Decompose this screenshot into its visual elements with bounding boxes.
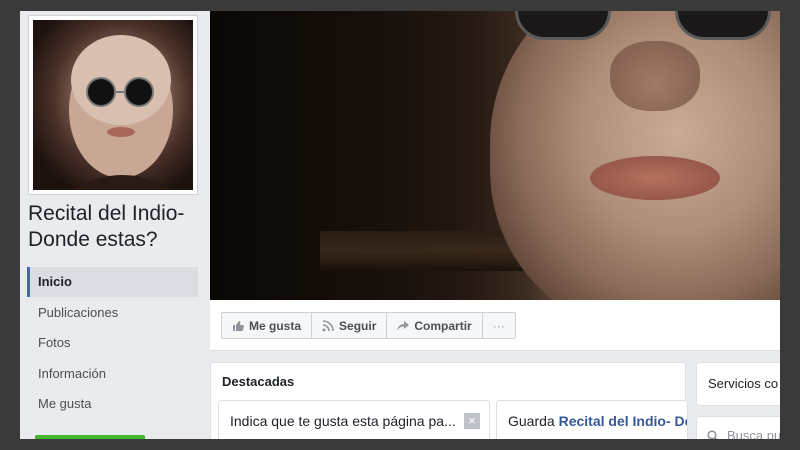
page-action-buttons: Me gusta Seguir Compartir ···: [221, 312, 516, 339]
search-box: [696, 416, 780, 439]
share-label: Compartir: [414, 318, 472, 333]
action-bar: Me gusta Seguir Compartir ···: [210, 300, 780, 351]
more-button[interactable]: ···: [483, 313, 515, 338]
close-icon[interactable]: ×: [464, 413, 480, 429]
thumbs-up-icon: [233, 320, 244, 331]
search-input[interactable]: [725, 427, 780, 439]
featured-title: Destacadas: [222, 374, 295, 389]
like-page-card[interactable]: Indica que te gusta esta página pa... ×: [218, 400, 490, 439]
background-shelf: [320, 231, 530, 271]
like-label: Me gusta: [249, 318, 302, 333]
create-button[interactable]: [35, 435, 145, 439]
nav-item-inicio[interactable]: Inicio: [27, 267, 198, 297]
services-box[interactable]: Servicios co: [696, 362, 780, 406]
nav-item-informacion[interactable]: Información: [27, 359, 198, 389]
profile-picture[interactable]: [28, 15, 198, 195]
nav-item-me-gusta[interactable]: Me gusta: [27, 389, 198, 419]
save-page-card[interactable]: Guarda Recital del Indio- Do: [496, 400, 688, 439]
cover-nose: [610, 41, 700, 111]
nav-item-fotos[interactable]: Fotos: [27, 328, 198, 358]
sunglasses-left-lens: [515, 11, 611, 40]
save-prefix: Guarda: [508, 413, 559, 429]
services-label: Servicios co: [708, 376, 779, 391]
save-page-name-link[interactable]: Recital del Indio- Do: [559, 413, 687, 429]
follow-button[interactable]: Seguir: [312, 313, 388, 338]
cover-lips: [590, 156, 720, 200]
share-arrow-icon: [397, 320, 410, 331]
sidebar: Recital del Indio- Donde estas? Inicio P…: [20, 11, 208, 439]
save-page-card-text: Guarda Recital del Indio- Do: [508, 413, 687, 429]
cover-photo[interactable]: [210, 11, 780, 300]
search-icon: [707, 430, 718, 439]
like-button[interactable]: Me gusta: [222, 313, 313, 338]
facebook-page: Recital del Indio- Donde estas? Inicio P…: [20, 11, 780, 439]
like-page-card-text: Indica que te gusta esta página pa...: [230, 413, 456, 429]
profile-photo: [33, 20, 193, 190]
more-dots-icon: ···: [492, 318, 505, 333]
page-title: Recital del Indio- Donde estas?: [28, 202, 185, 251]
featured-section: Destacadas Indica que te gusta esta pági…: [210, 362, 688, 439]
page-nav: Inicio Publicaciones Fotos Información M…: [27, 267, 198, 420]
sunglasses-right-lens: [675, 11, 771, 40]
follow-label: Seguir: [339, 318, 377, 333]
rss-icon: [322, 319, 334, 331]
nav-item-publicaciones[interactable]: Publicaciones: [27, 298, 198, 328]
share-button[interactable]: Compartir: [387, 313, 483, 338]
